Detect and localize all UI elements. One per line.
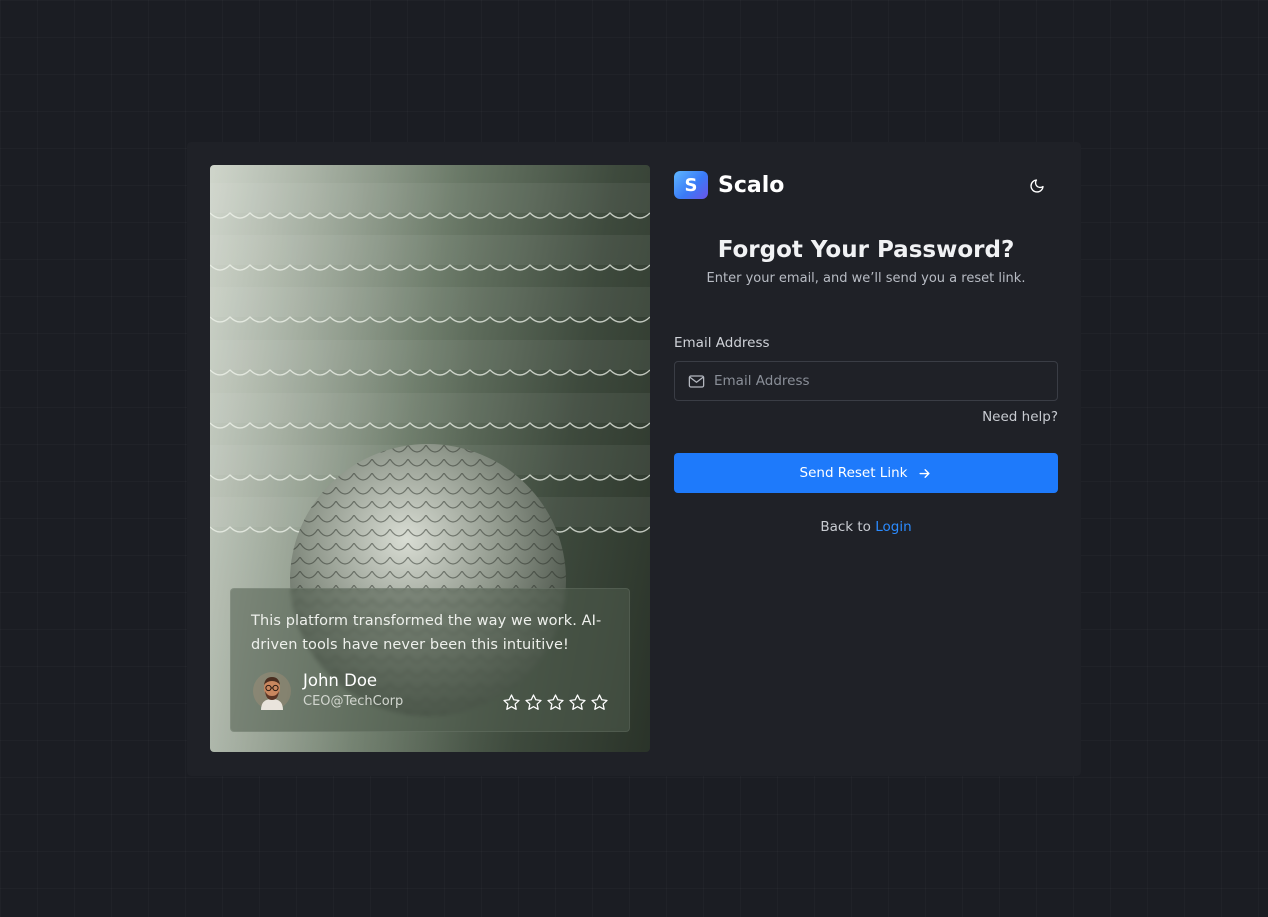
rating-stars: [502, 693, 609, 712]
arrow-right-icon: [919, 468, 931, 478]
testimonial-card: This platform transformed the way we wor…: [230, 588, 630, 732]
star-icon: [569, 694, 586, 710]
mail-icon: [688, 374, 705, 388]
email-field[interactable]: [714, 373, 1044, 389]
email-label: Email Address: [674, 335, 770, 351]
moon-icon: [1030, 179, 1044, 193]
star-icon: [503, 694, 520, 710]
testimonial-quote: This platform transformed the way we wor…: [251, 613, 602, 653]
star-icon: [525, 694, 542, 710]
page-title: Forgot Your Password?: [717, 237, 1015, 263]
brand-name: Scalo: [718, 172, 785, 198]
author-name: John Doe: [303, 671, 378, 690]
login-link[interactable]: Login: [875, 519, 911, 535]
back-prefix: Back to: [820, 519, 871, 535]
send-reset-link-label: Send Reset Link: [799, 465, 908, 481]
star-icon: [547, 694, 564, 710]
logo-icon: S: [674, 171, 708, 199]
send-reset-link-button[interactable]: Send Reset Link: [674, 453, 1058, 493]
email-field-wrapper[interactable]: [674, 361, 1058, 401]
brand[interactable]: S Scalo: [674, 171, 784, 199]
theme-toggle-button[interactable]: [1026, 175, 1048, 197]
need-help-link[interactable]: Need help?: [982, 409, 1058, 425]
auth-card: This platform transformed the way we wor…: [187, 142, 1081, 776]
star-icon: [591, 694, 608, 710]
page-subtitle: Enter your email, and we’ll send you a r…: [706, 271, 1026, 286]
author-role: CEO@TechCorp: [303, 694, 404, 709]
avatar: [253, 672, 291, 710]
testimonial-author: John Doe CEO@TechCorp: [253, 671, 403, 711]
form-panel: S Scalo Forgot Your Password? Enter your…: [674, 165, 1058, 752]
hero-image-panel: This platform transformed the way we wor…: [210, 165, 650, 752]
back-to-login: Back to Login: [674, 519, 1058, 535]
